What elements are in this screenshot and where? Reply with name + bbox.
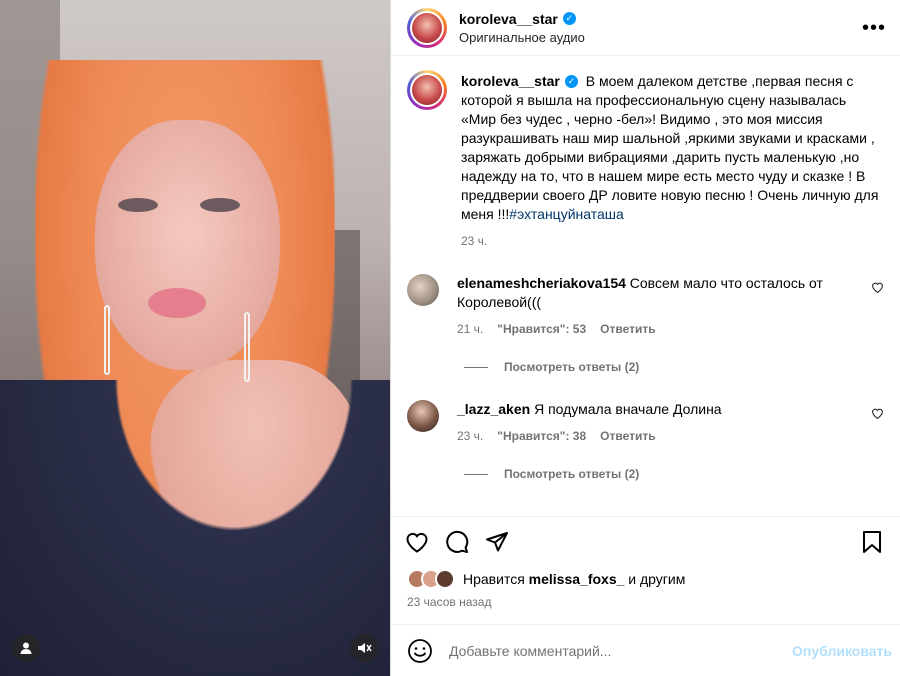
caption-meta: 23 ч.: [461, 234, 884, 248]
hashtag-link[interactable]: #эхтанцуйнаташа: [509, 206, 624, 222]
action-bar: [391, 516, 900, 566]
emoji-icon[interactable]: [407, 638, 433, 664]
earring: [244, 312, 250, 382]
share-icon[interactable]: [485, 530, 509, 554]
video-subject-eye: [200, 198, 240, 212]
view-replies-label[interactable]: Посмотреть ответы (2): [504, 467, 639, 481]
caption-text: koroleva__star ✓ В моем далеком детстве ,…: [461, 72, 884, 224]
verified-icon: ✓: [564, 75, 578, 88]
comment-avatar[interactable]: [407, 274, 439, 306]
earring: [104, 305, 110, 375]
reply-button[interactable]: Ответить: [600, 429, 655, 443]
mute-icon[interactable]: [350, 634, 378, 662]
bookmark-icon[interactable]: [860, 530, 884, 554]
caption-time[interactable]: 23 ч.: [461, 234, 487, 248]
video-player[interactable]: [0, 0, 390, 676]
view-replies-button[interactable]: Посмотреть ответы (2): [464, 467, 884, 481]
add-comment-bar: Добавьте комментарий... Опубликовать: [391, 624, 900, 676]
video-subject-face: [95, 120, 280, 370]
header-username[interactable]: koroleva__star ✓: [459, 11, 576, 27]
verified-icon: ✓: [562, 12, 576, 25]
caption-body: В моем далеком детстве ,первая песня с к…: [461, 73, 879, 222]
video-subject-eye: [118, 198, 158, 212]
view-replies-label[interactable]: Посмотреть ответы (2): [504, 360, 639, 374]
scroll-fade: [391, 502, 900, 516]
comment-heart-icon[interactable]: [871, 407, 884, 422]
caption: koroleva__star ✓ В моем далеком детстве ,…: [407, 70, 884, 248]
caption-username[interactable]: koroleva__star ✓: [461, 72, 578, 91]
comment-username[interactable]: elenameshcheriakova154: [457, 275, 626, 291]
comment-item: _lazz_aken Я подумала вначале Долина 23 …: [407, 400, 884, 443]
user-icon[interactable]: [12, 634, 40, 662]
comment-meta: 23 ч. "Нравится": 38 Ответить: [457, 429, 858, 443]
audio-label[interactable]: Оригинальное аудио: [459, 30, 862, 45]
comments-section[interactable]: koroleva__star ✓ В моем далеком детстве ,…: [391, 56, 900, 516]
likes-text: Нравится melissa_foxs_ и другим: [463, 571, 686, 587]
comment-username[interactable]: _lazz_aken: [457, 401, 530, 417]
comment-likes[interactable]: "Нравится": 53: [497, 322, 586, 336]
comment-text: _lazz_aken Я подумала вначале Долина: [457, 400, 858, 419]
post-header: koroleva__star ✓ Оригинальное аудио •••: [391, 0, 900, 56]
header-info: koroleva__star ✓ Оригинальное аудио: [459, 11, 862, 45]
comment-time[interactable]: 23 ч.: [457, 429, 483, 443]
comment-likes[interactable]: "Нравится": 38: [497, 429, 586, 443]
comment-time[interactable]: 21 ч.: [457, 322, 483, 336]
divider: [464, 473, 488, 475]
comment-avatar[interactable]: [407, 400, 439, 432]
video-subject-dress: [0, 380, 390, 676]
likes-summary: Нравится melissa_foxs_ и другим: [391, 566, 900, 592]
view-replies-button[interactable]: Посмотреть ответы (2): [464, 360, 884, 374]
comment-text: elenameshcheriakova154 Совсем мало что о…: [457, 274, 858, 312]
header-username-text[interactable]: koroleva__star: [459, 11, 558, 27]
comment-meta: 21 ч. "Нравится": 53 Ответить: [457, 322, 858, 336]
liker-username[interactable]: melissa_foxs_: [529, 571, 625, 587]
caption-avatar[interactable]: [407, 70, 447, 110]
post-time[interactable]: 23 часов назад: [391, 592, 900, 612]
post-comment-button[interactable]: Опубликовать: [792, 643, 892, 659]
liker-avatars[interactable]: [407, 569, 455, 589]
divider: [464, 366, 488, 368]
video-subject-lips: [148, 288, 206, 318]
comment-icon[interactable]: [445, 530, 469, 554]
comment-heart-icon[interactable]: [871, 281, 884, 296]
post-side-panel: koroleva__star ✓ Оригинальное аудио ••• …: [390, 0, 900, 676]
reply-button[interactable]: Ответить: [600, 322, 655, 336]
liker-avatar: [435, 569, 455, 589]
comment-input[interactable]: Добавьте комментарий...: [449, 643, 792, 659]
comment-item: elenameshcheriakova154 Совсем мало что о…: [407, 274, 884, 336]
avatar[interactable]: [407, 7, 447, 48]
post-dialog: koroleva__star ✓ Оригинальное аудио ••• …: [0, 0, 900, 676]
heart-icon[interactable]: [405, 530, 429, 554]
more-icon[interactable]: •••: [862, 18, 886, 38]
comment-body: Я подумала вначале Долина: [534, 401, 722, 417]
